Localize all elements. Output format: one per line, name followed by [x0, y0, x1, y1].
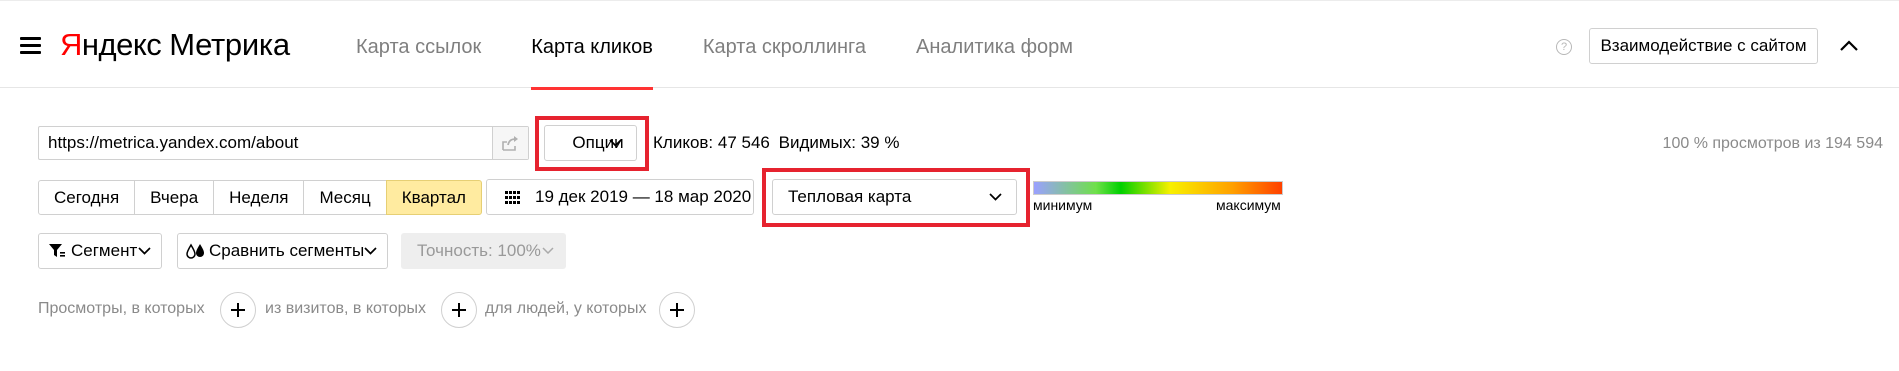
- tab-form-analytics[interactable]: Аналитика форм: [916, 1, 1073, 89]
- segment-button[interactable]: Сегмент: [38, 233, 162, 269]
- logo-brand: Яндекс: [60, 27, 162, 62]
- url-input[interactable]: [39, 127, 492, 159]
- chevron-up-icon[interactable]: [1838, 35, 1860, 57]
- add-visits-condition-button[interactable]: [441, 292, 477, 328]
- app-header: Яндекс Метрика Карта ссылок Карта кликов…: [0, 0, 1899, 90]
- map-tabs: Карта ссылок Карта кликов Карта скроллин…: [356, 1, 1123, 90]
- segment-label: Сегмент: [71, 241, 138, 260]
- logo[interactable]: Яндекс Метрика: [60, 27, 290, 63]
- chevron-down-icon: [138, 247, 151, 255]
- period-selector: Сегодня Вчера Неделя Месяц Квартал: [38, 180, 482, 215]
- filter-icon: [49, 244, 65, 257]
- legend-max-label: максимум: [1216, 197, 1281, 213]
- chevron-down-icon: [542, 247, 554, 254]
- menu-icon[interactable]: [20, 37, 41, 55]
- heatmap-legend-gradient: [1033, 181, 1283, 195]
- period-today[interactable]: Сегодня: [38, 180, 136, 215]
- chevron-down-icon: [364, 247, 377, 255]
- tab-link-map[interactable]: Карта ссылок: [356, 1, 481, 89]
- visits-filter-label: из визитов, в которых: [265, 300, 426, 317]
- period-month[interactable]: Месяц: [303, 180, 387, 215]
- people-filter-label: для людей, у которых: [485, 300, 647, 317]
- date-range-label: 19 дек 2019 — 18 мар 2020: [535, 187, 752, 206]
- add-people-condition-button[interactable]: [659, 292, 695, 328]
- date-range-picker[interactable]: 19 дек 2019 — 18 мар 2020: [486, 179, 754, 215]
- open-url-button[interactable]: [492, 127, 528, 159]
- calendar-icon: [505, 191, 520, 204]
- logo-product: Метрика: [169, 27, 290, 62]
- tab-click-map[interactable]: Карта кликов: [531, 1, 653, 90]
- share-arrow-icon: [501, 136, 518, 151]
- drops-icon: [186, 243, 204, 259]
- url-field: [38, 126, 529, 160]
- add-views-condition-button[interactable]: [220, 292, 256, 328]
- tab-scroll-map[interactable]: Карта скроллинга: [703, 1, 866, 89]
- highlight-frame-options: [535, 116, 649, 171]
- views-total: 100 % просмотров из 194 594: [1662, 135, 1883, 152]
- period-week[interactable]: Неделя: [213, 180, 305, 215]
- legend-min-label: минимум: [1033, 197, 1093, 213]
- compare-segments-label: Сравнить сегменты: [209, 241, 365, 260]
- accuracy-label: Точность: 100%: [417, 241, 541, 260]
- views-filter-label: Просмотры, в которых: [38, 300, 205, 317]
- help-icon[interactable]: ?: [1556, 39, 1572, 55]
- compare-segments-button[interactable]: Сравнить сегменты: [177, 233, 388, 269]
- highlight-frame-map-type: [762, 168, 1030, 227]
- clicks-count: Кликов: 47 546: [653, 133, 770, 152]
- period-yesterday[interactable]: Вчера: [134, 180, 215, 215]
- accuracy-select: Точность: 100%: [401, 233, 566, 269]
- click-stats: Кликов: 47 546 Видимых: 39 %: [653, 133, 903, 153]
- visible-percent: Видимых: 39 %: [778, 133, 900, 152]
- site-interaction-button[interactable]: Взаимодействие с сайтом: [1589, 28, 1818, 64]
- period-quarter[interactable]: Квартал: [385, 180, 482, 215]
